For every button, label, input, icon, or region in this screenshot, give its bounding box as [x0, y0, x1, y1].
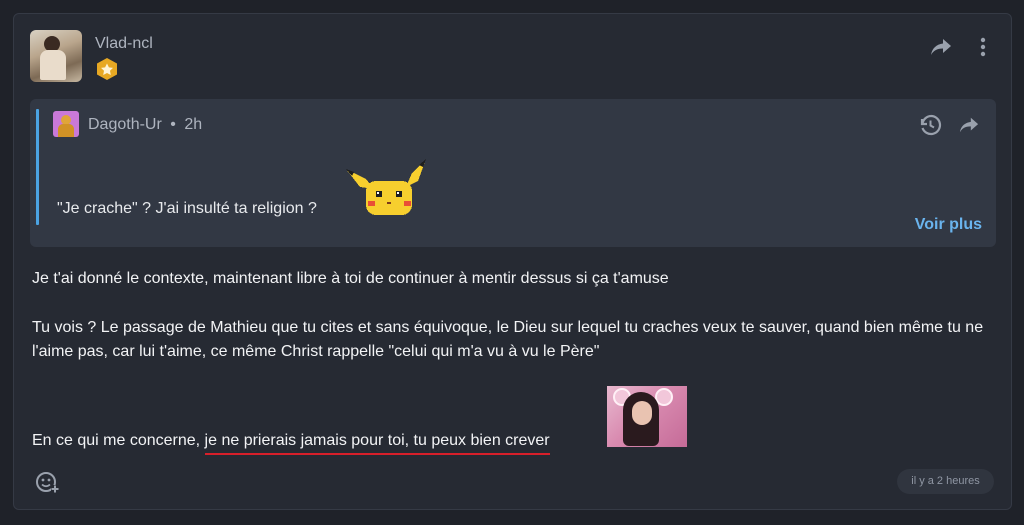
quote-age: 2h [184, 116, 203, 133]
paragraph-3-underlined-text: je ne prierais jamais pour toi, tu peux … [204, 432, 550, 449]
quote-author-line: Dagoth-Ur • 2h [88, 116, 202, 134]
more-options-icon[interactable] [976, 36, 990, 58]
star-badge-icon [97, 58, 117, 80]
quoted-post: Dagoth-Ur • 2h "Je crache" ? J'ai insult… [30, 99, 996, 247]
author-name[interactable]: Vlad-ncl [95, 35, 153, 53]
post-timestamp: il y a 2 heures [897, 469, 994, 494]
post-paragraph-3: En ce qui me concerne, je ne prierais ja… [32, 429, 992, 453]
quote-share-icon[interactable] [958, 115, 980, 135]
post-paragraph-2: Tu vois ? Le passage de Mathieu que tu c… [32, 319, 984, 360]
quote-accent-bar [36, 109, 39, 225]
pikachu-sticker-image [346, 159, 426, 215]
quote-text: "Je crache" ? J'ai insulté ta religion ? [57, 200, 317, 217]
quote-author-avatar[interactable] [53, 111, 79, 137]
add-reaction-icon[interactable] [35, 470, 59, 494]
quote-separator: • [170, 116, 176, 133]
history-icon[interactable] [918, 113, 942, 137]
post-paragraph-1: Je t'ai donné le contexte, maintenant li… [32, 270, 669, 287]
see-more-link[interactable]: Voir plus [915, 216, 982, 234]
quote-author-name[interactable]: Dagoth-Ur [88, 116, 162, 133]
author-avatar[interactable] [30, 30, 82, 82]
share-icon[interactable] [929, 36, 953, 58]
post-card: Vlad-ncl Dagoth-Ur • 2h "Je crache" ? J'… [13, 13, 1012, 510]
embedded-gif-image[interactable] [607, 386, 687, 447]
paragraph-3-prefix: En ce qui me concerne, [32, 432, 205, 449]
